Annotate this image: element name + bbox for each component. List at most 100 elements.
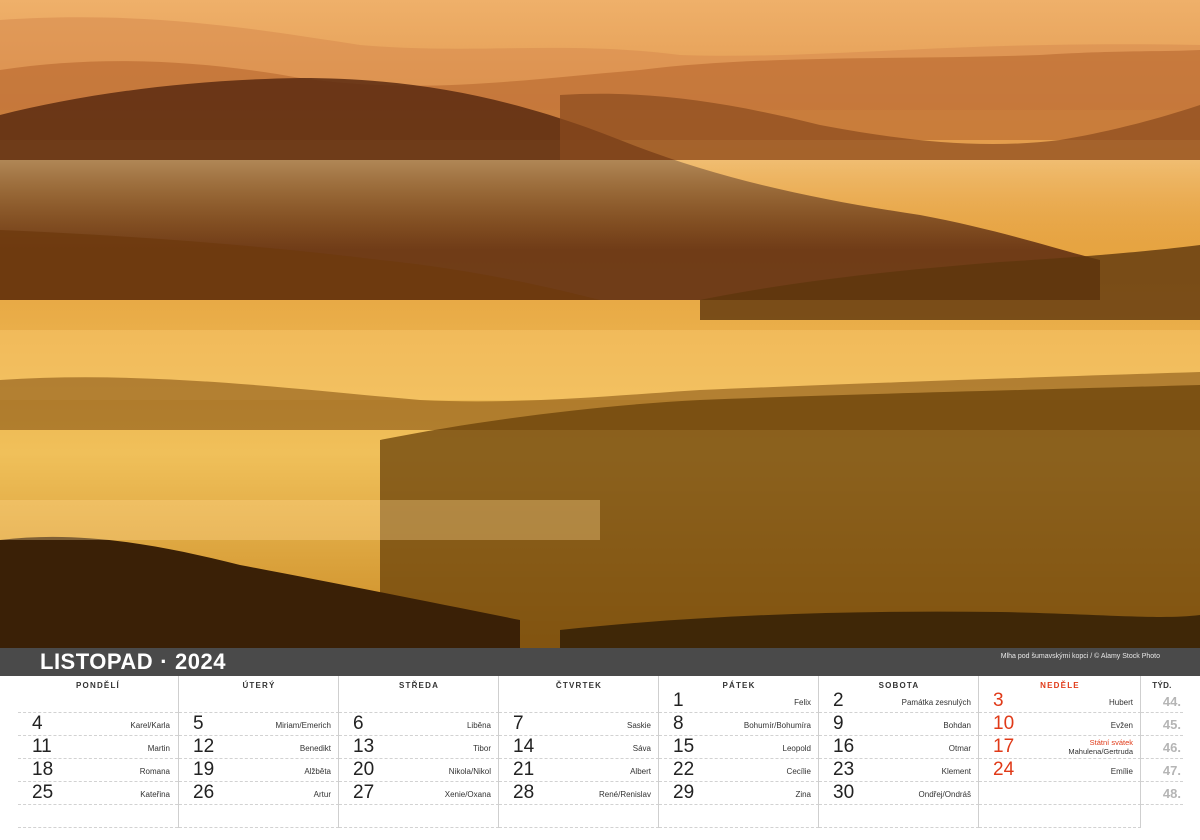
nameday: Ondřej/Ondráš: [918, 790, 971, 799]
day-number: 9: [833, 713, 844, 734]
day-cell: [339, 690, 499, 713]
nameday: Nikola/Nikol: [448, 767, 491, 776]
week-cell: 48.: [1141, 782, 1183, 805]
day-header: NEDĚLE: [1040, 681, 1080, 690]
day-cell: [659, 805, 819, 828]
nameday: Albert: [630, 767, 651, 776]
day-cell: [179, 690, 339, 713]
nameday: Otmar: [948, 744, 971, 753]
day-cell: [18, 690, 178, 713]
day-cell: 18 Romana: [18, 759, 178, 782]
day-cell: 24 Emílie: [979, 759, 1141, 782]
nameday: Karel/Karla: [130, 721, 170, 730]
day-cell: 29 Zina: [659, 782, 819, 805]
nameday: Hubert: [1108, 698, 1133, 707]
day-cell: 20 Nikola/Nikol: [339, 759, 499, 782]
week-cell: 47.: [1141, 759, 1183, 782]
day-cell: 27 Xenie/Oxana: [339, 782, 499, 805]
day-cell: 2 Památka zesnulých: [819, 690, 979, 713]
month-title: LISTOPAD · 2024: [40, 649, 226, 675]
day-cell: 15 Leopold: [659, 736, 819, 759]
week-number: 47.: [1162, 763, 1181, 778]
day-cell: 16 Otmar: [819, 736, 979, 759]
week-cell: 44.: [1141, 690, 1183, 713]
day-number: 18: [32, 759, 54, 780]
day-number: 12: [193, 736, 215, 757]
day-number: 19: [193, 759, 215, 780]
day-cell: [339, 805, 499, 828]
day-number: 21: [513, 759, 535, 780]
nameday: Cecílie: [786, 767, 811, 776]
day-cell: 22 Cecílie: [659, 759, 819, 782]
nameday: Saskie: [626, 721, 651, 730]
nameday: Artur: [313, 790, 331, 799]
day-number: 24: [993, 759, 1015, 780]
day-cell: 7 Saskie: [499, 713, 659, 736]
day-number: 16: [833, 736, 855, 757]
month-header-band: LISTOPAD · 2024 Mlha pod šumavskými kopci …: [0, 648, 1200, 676]
day-cell: 10 Evžen: [979, 713, 1141, 736]
holiday-label: Státní svátek: [1089, 738, 1133, 747]
day-number: 7: [513, 713, 524, 734]
week-header: TÝD.: [1152, 681, 1172, 690]
week-number: 46.: [1162, 740, 1181, 755]
day-cell: 14 Sáva: [499, 736, 659, 759]
day-cell: 19 Alžběta: [179, 759, 339, 782]
day-cell: 12 Benedikt: [179, 736, 339, 759]
day-number: 2: [833, 690, 844, 711]
nameday: Klement: [941, 767, 971, 776]
nameday: Emílie: [1110, 767, 1133, 776]
day-cell: [819, 805, 979, 828]
day-number: 5: [193, 713, 204, 734]
week-number: 45.: [1162, 717, 1181, 732]
holiday-note: Státní svátek Mahulena/Gertruda: [1068, 738, 1133, 756]
column-monday: PONDĚLÍ 4 Karel/Karla 11 Martin 18 Romana 2…: [18, 676, 178, 828]
day-number: 4: [32, 713, 43, 734]
day-number: 10: [993, 713, 1015, 734]
day-number: 6: [353, 713, 364, 734]
nameday: Felix: [794, 698, 811, 707]
day-cell: [499, 805, 659, 828]
nameday: Alžběta: [304, 767, 331, 776]
day-cell: 9 Bohdan: [819, 713, 979, 736]
day-cell: 11 Martin: [18, 736, 178, 759]
week-cell: 46.: [1141, 736, 1183, 759]
day-cell: [179, 805, 339, 828]
nameday: Sáva: [632, 744, 651, 753]
day-cell: [18, 805, 178, 828]
month-name: LISTOPAD: [40, 649, 154, 674]
day-cell: [979, 782, 1141, 805]
day-cell: 5 Miriam/Emerich: [179, 713, 339, 736]
column-week-numbers: TÝD. 44. 45. 46. 47. 48.: [1140, 676, 1183, 828]
day-number: 29: [673, 782, 695, 803]
day-number: 1: [673, 690, 684, 711]
misty-forest-hills-image: [0, 0, 1200, 648]
column-thursday: ČTVRTEK 7 Saskie 14 Sáva 21 Albert 28 René/R…: [498, 676, 659, 828]
day-number: 11: [32, 736, 52, 757]
day-number: 25: [32, 782, 54, 803]
column-saturday: SOBOTA 2 Památka zesnulých 9 Bohdan 16 Otma…: [818, 676, 979, 828]
day-cell: 21 Albert: [499, 759, 659, 782]
day-cell: 3 Hubert: [979, 690, 1141, 713]
day-number: 28: [513, 782, 535, 803]
day-cell: 13 Tibor: [339, 736, 499, 759]
day-cell: 28 René/Renislav: [499, 782, 659, 805]
nameday: Tibor: [473, 744, 491, 753]
year: 2024: [175, 649, 226, 674]
nameday: René/Renislav: [598, 790, 651, 799]
day-cell: 4 Karel/Karla: [18, 713, 178, 736]
nameday: Kateřina: [140, 790, 170, 799]
day-number: 23: [833, 759, 855, 780]
day-number: 14: [513, 736, 535, 757]
day-number: 3: [993, 690, 1004, 711]
nameday: Evžen: [1110, 721, 1133, 730]
week-number: 44.: [1162, 694, 1181, 709]
day-number: 20: [353, 759, 375, 780]
day-header: PÁTEK: [722, 681, 756, 690]
day-cell: 25 Kateřina: [18, 782, 178, 805]
nameday: Benedikt: [299, 744, 331, 753]
day-cell: 23 Klement: [819, 759, 979, 782]
nameday: Miriam/Emerich: [275, 721, 331, 730]
day-header: SOBOTA: [878, 681, 920, 690]
day-number: 17: [993, 736, 1015, 757]
